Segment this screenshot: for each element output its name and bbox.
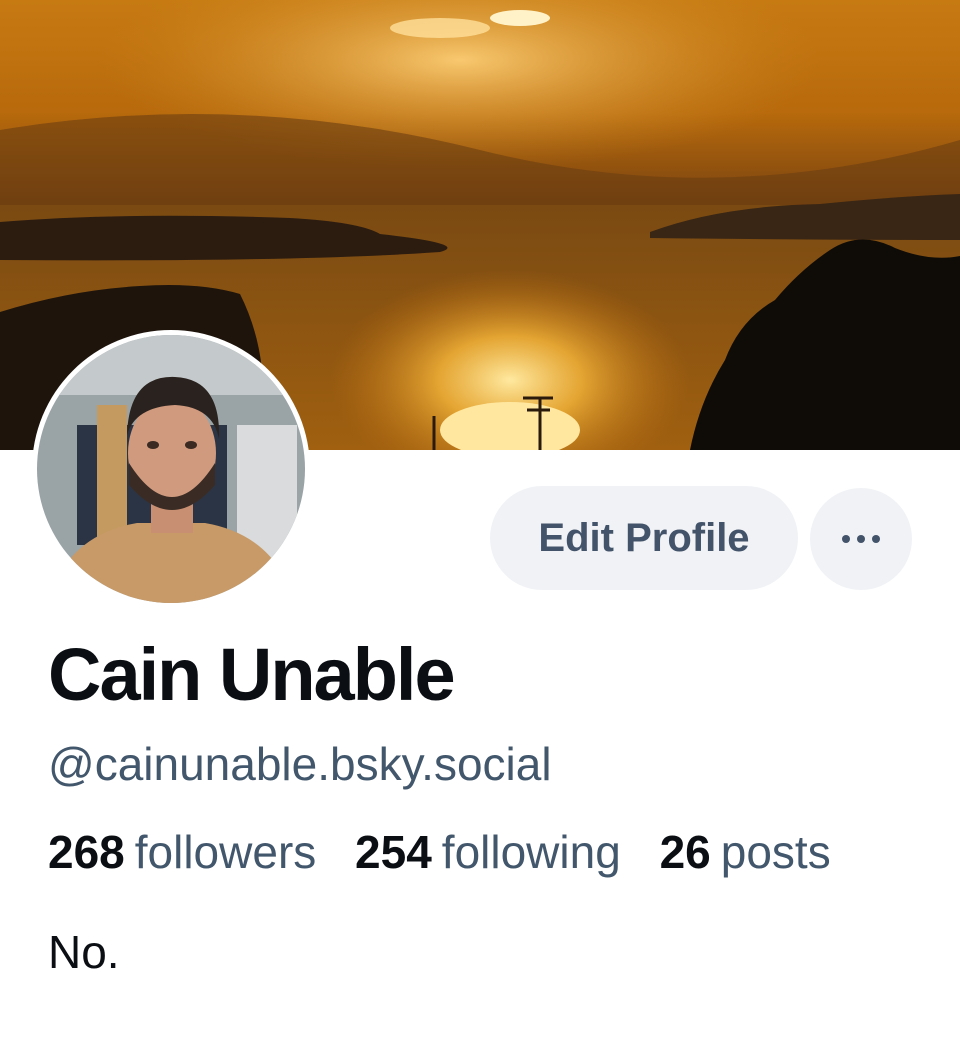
posts-stat: 26 posts bbox=[660, 826, 831, 878]
profile-avatar-image bbox=[37, 335, 305, 603]
profile-avatar[interactable] bbox=[32, 330, 310, 608]
following-count: 254 bbox=[355, 826, 432, 878]
posts-label: posts bbox=[720, 826, 831, 878]
more-options-icon bbox=[842, 535, 880, 543]
profile-bio: No. bbox=[48, 926, 120, 978]
followers-link[interactable]: 268 followers bbox=[48, 826, 316, 878]
profile-stats: 268 followers 254 following 26 posts bbox=[48, 820, 857, 884]
edit-profile-button[interactable]: Edit Profile bbox=[490, 486, 798, 590]
profile-handle: @cainunable.bsky.social bbox=[48, 738, 552, 790]
following-link[interactable]: 254 following bbox=[355, 826, 621, 878]
more-options-button[interactable] bbox=[810, 488, 912, 590]
following-label: following bbox=[441, 826, 621, 878]
posts-count: 26 bbox=[659, 826, 711, 878]
followers-count: 268 bbox=[48, 826, 125, 878]
display-name: Cain Unable bbox=[48, 633, 456, 716]
followers-label: followers bbox=[134, 826, 317, 878]
